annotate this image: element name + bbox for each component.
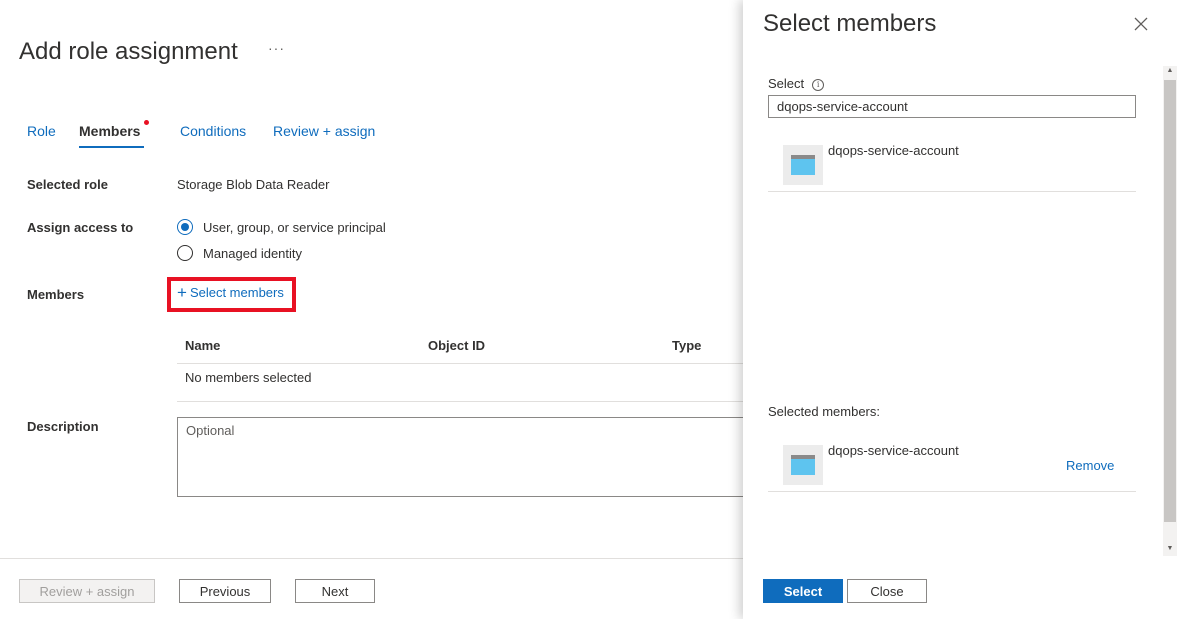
selected-members-label: Selected members: <box>768 404 880 419</box>
tab-members[interactable]: Members <box>79 120 150 148</box>
assign-access-label: Assign access to <box>27 220 134 235</box>
next-button[interactable]: Next <box>295 579 375 603</box>
radio-label: User, group, or service principal <box>203 219 386 235</box>
select-members-label: Select members <box>189 285 284 300</box>
result-divider <box>768 191 1136 192</box>
select-field-label: Select i <box>768 76 825 91</box>
selected-member-item: dqops-service-account Remove <box>768 440 1136 492</box>
search-result-item[interactable]: dqops-service-account <box>768 140 1136 192</box>
service-principal-icon <box>783 145 823 185</box>
radio-unchecked-icon[interactable] <box>177 245 193 261</box>
column-header-object-id: Object ID <box>428 338 486 353</box>
page-title: Add role assignment <box>19 38 238 65</box>
info-icon[interactable]: i <box>812 79 825 91</box>
selected-role-value: Storage Blob Data Reader <box>177 177 330 192</box>
more-options-button[interactable]: ··· <box>268 40 285 56</box>
scroll-down-arrow-icon[interactable]: ▼ <box>1164 544 1176 554</box>
remove-link[interactable]: Remove <box>1066 458 1114 473</box>
members-label: Members <box>27 287 85 302</box>
scroll-up-arrow-icon[interactable]: ▲ <box>1164 66 1176 76</box>
table-empty-text: No members selected <box>185 370 312 385</box>
selected-member-divider <box>768 491 1136 492</box>
description-label: Description <box>27 419 99 434</box>
selected-role-label: Selected role <box>27 177 108 192</box>
tab-members-label: Members <box>79 123 141 139</box>
previous-button[interactable]: Previous <box>179 579 271 603</box>
tab-role[interactable]: Role <box>27 122 56 148</box>
select-members-link[interactable]: + Select members <box>177 282 284 302</box>
select-label-text: Select <box>768 76 805 91</box>
radio-user-group-sp[interactable]: User, group, or service principal <box>177 217 386 237</box>
description-textarea[interactable] <box>177 417 757 497</box>
footer-divider <box>0 558 743 559</box>
table-bottom-divider <box>177 401 743 402</box>
radio-label: Managed identity <box>203 245 303 261</box>
close-button[interactable]: Close <box>847 579 927 603</box>
scrollbar-thumb[interactable] <box>1164 80 1176 522</box>
radio-managed-identity[interactable]: Managed identity <box>177 243 302 263</box>
service-principal-icon <box>783 445 823 485</box>
required-dot-icon <box>144 120 150 125</box>
select-button[interactable]: Select <box>763 579 843 603</box>
column-header-type: Type <box>672 338 702 353</box>
review-assign-button[interactable]: Review + assign <box>19 579 155 603</box>
column-header-name: Name <box>185 338 221 353</box>
table-header-divider <box>177 363 743 364</box>
tab-review-assign[interactable]: Review + assign <box>273 122 375 148</box>
plus-icon: + <box>177 282 187 302</box>
radio-checked-icon[interactable] <box>177 219 193 235</box>
tab-conditions[interactable]: Conditions <box>180 122 246 148</box>
close-icon[interactable] <box>1131 14 1151 34</box>
member-search-input[interactable] <box>768 95 1136 118</box>
selected-member-name: dqops-service-account <box>828 443 959 458</box>
panel-title: Select members <box>763 10 937 37</box>
select-members-panel: Select members Select i dqops-service-acc… <box>743 0 1177 619</box>
result-name: dqops-service-account <box>828 143 959 158</box>
